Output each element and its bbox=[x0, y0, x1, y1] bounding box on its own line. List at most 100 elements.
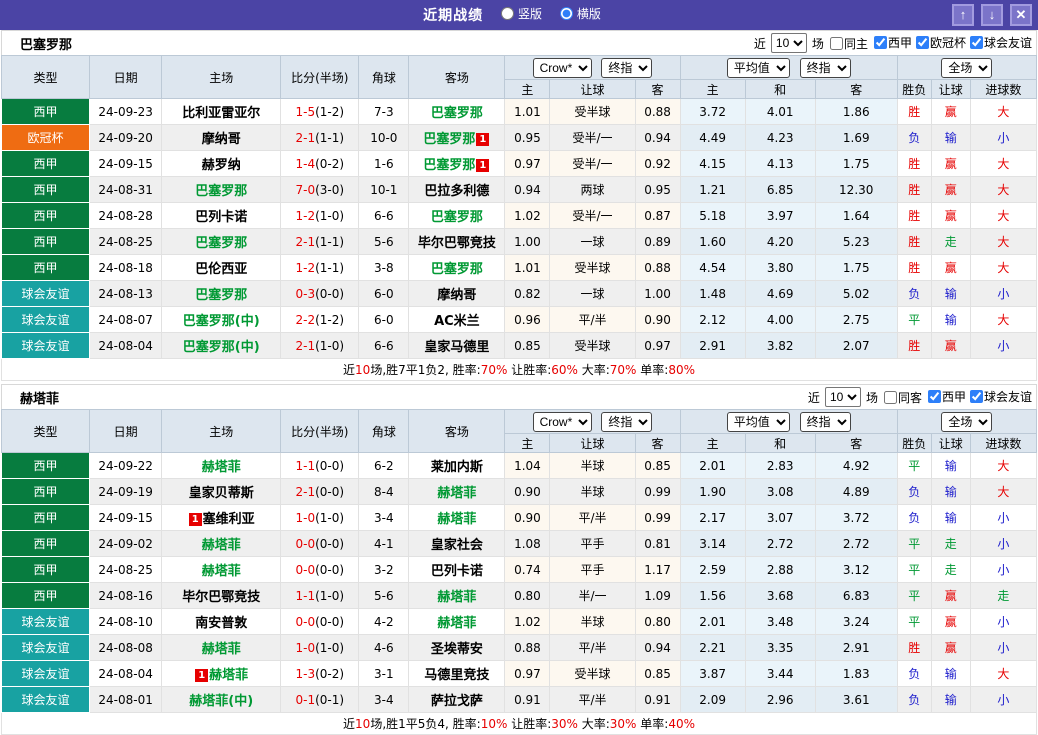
odds-stage-select[interactable]: 终指 bbox=[601, 411, 653, 432]
filter-bar: 近 10 场 同主 西甲 欧冠杯 球会友谊 bbox=[754, 33, 1032, 53]
match-count-select[interactable]: 10 bbox=[824, 387, 861, 407]
horizontal-layout-radio[interactable] bbox=[559, 7, 573, 20]
league-type-badge: 西甲 bbox=[0, 228, 91, 255]
odds-stage-select-2[interactable]: 终指 bbox=[799, 57, 851, 78]
outcome-value: 负 bbox=[896, 478, 932, 505]
corner-count: 3-4 bbox=[358, 686, 410, 713]
vertical-layout-radio[interactable] bbox=[500, 7, 514, 20]
league-type-badge: 西甲 bbox=[0, 150, 91, 177]
outcome-value: 胜 bbox=[896, 98, 932, 125]
odds-stage-select-2[interactable]: 终指 bbox=[799, 411, 851, 432]
layout-vertical-option[interactable]: 竖版 bbox=[500, 5, 542, 22]
average-odds-value: 3.35 bbox=[744, 634, 816, 661]
outcome-value: 走 bbox=[969, 582, 1038, 609]
outcome-value: 大 bbox=[969, 98, 1038, 125]
col-header-away: 客场 bbox=[408, 55, 506, 99]
sub-header-home-odds: 主 bbox=[504, 79, 551, 99]
handicap-odds-value: 1.08 bbox=[504, 530, 551, 557]
sub-header-handicap: 让球 bbox=[549, 79, 636, 99]
bookmaker-select[interactable]: Crow* bbox=[532, 57, 592, 78]
same-venue-checkbox[interactable] bbox=[829, 36, 843, 50]
league-type-badge: 西甲 bbox=[0, 202, 91, 229]
close-button[interactable]: ✕ bbox=[1010, 4, 1032, 26]
average-odds-value: 6.83 bbox=[814, 582, 898, 609]
col-header-date: 日期 bbox=[89, 55, 163, 99]
outcome-value: 输 bbox=[930, 280, 971, 307]
average-odds-value: 1.60 bbox=[679, 228, 746, 255]
corner-count: 4-1 bbox=[358, 530, 410, 557]
bookmaker-select[interactable]: Crow* bbox=[532, 411, 592, 432]
handicap-odds-value: 1.00 bbox=[634, 280, 681, 307]
same-venue-filter[interactable]: 同主 bbox=[826, 35, 868, 52]
league-checkbox[interactable] bbox=[873, 36, 887, 49]
outcome-value: 胜 bbox=[896, 150, 932, 177]
outcome-value: 赢 bbox=[930, 98, 971, 125]
layout-horizontal-option[interactable]: 横版 bbox=[559, 5, 601, 22]
league-type-badge: 球会友谊 bbox=[0, 306, 91, 333]
corner-count: 1-6 bbox=[358, 150, 410, 177]
match-row: 西甲 24-08-16 毕尔巴鄂竞技 1-1(1-0) 5-6 赫塔菲 0.80 半/一 1.0… bbox=[0, 582, 1038, 609]
corner-count: 6-6 bbox=[358, 332, 410, 359]
league-filter[interactable]: 西甲 bbox=[870, 34, 912, 51]
home-team: 巴塞罗那 bbox=[161, 176, 282, 203]
match-row: 西甲 24-09-15 1 塞维利亚 1-0(1-0) 3-4 赫塔菲 0.90 平/半 0.99… bbox=[0, 504, 1038, 531]
handicap-odds-value: 0.74 bbox=[504, 556, 551, 583]
same-venue-checkbox[interactable] bbox=[883, 390, 897, 404]
away-team: 巴塞罗那 bbox=[408, 98, 506, 125]
fulltime-select[interactable]: 全场 bbox=[941, 57, 993, 78]
handicap-odds-value: 0.81 bbox=[634, 530, 681, 557]
league-checkbox[interactable] bbox=[969, 36, 983, 49]
red-card-badge: 1 bbox=[188, 513, 202, 526]
home-team: 1 塞维利亚 bbox=[161, 504, 282, 531]
away-team: 马德里竞技 bbox=[408, 660, 506, 687]
handicap-odds-value: 0.95 bbox=[504, 124, 551, 151]
league-checkbox[interactable] bbox=[969, 390, 983, 403]
fulltime-select[interactable]: 全场 bbox=[941, 411, 993, 432]
move-down-button[interactable]: ↓ bbox=[981, 4, 1003, 26]
away-team: 毕尔巴鄂竞技 bbox=[408, 228, 506, 255]
handicap-odds-value: 0.95 bbox=[634, 176, 681, 203]
league-filter[interactable]: 球会友谊 bbox=[966, 34, 1032, 51]
outcome-value: 输 bbox=[930, 478, 971, 505]
league-type-badge: 球会友谊 bbox=[0, 280, 91, 307]
sub-header-away-odds: 客 bbox=[634, 433, 681, 453]
score-cell: 0-0(0-0) bbox=[280, 530, 360, 557]
average-odds-value: 1.83 bbox=[814, 660, 898, 687]
league-type-badge: 西甲 bbox=[0, 254, 91, 281]
average-odds-value: 2.83 bbox=[744, 452, 816, 479]
average-odds-value: 2.91 bbox=[814, 634, 898, 661]
handicap-odds-value: 平/半 bbox=[549, 634, 636, 661]
average-odds-value: 3.48 bbox=[744, 608, 816, 635]
average-select[interactable]: 平均值 bbox=[726, 57, 790, 78]
handicap-odds-value: 0.85 bbox=[504, 332, 551, 359]
league-filter[interactable]: 西甲 bbox=[924, 388, 966, 405]
outcome-value: 小 bbox=[969, 556, 1038, 583]
move-up-button[interactable]: ↑ bbox=[952, 4, 974, 26]
league-checkbox[interactable] bbox=[927, 390, 941, 403]
average-odds-value: 4.01 bbox=[744, 98, 816, 125]
average-odds-value: 1.64 bbox=[814, 202, 898, 229]
average-select[interactable]: 平均值 bbox=[726, 411, 790, 432]
handicap-odds-group: Crow* 终指 bbox=[504, 409, 681, 434]
league-checkbox[interactable] bbox=[915, 36, 929, 49]
corner-count: 3-2 bbox=[358, 556, 410, 583]
handicap-odds-value: 受半球 bbox=[549, 660, 636, 687]
average-odds-value: 6.85 bbox=[744, 176, 816, 203]
summary-row: 近10场,胜1平5负4, 胜率:10% 让胜率:30% 大率:30% 单率:40… bbox=[1, 712, 1037, 735]
same-venue-filter[interactable]: 同客 bbox=[880, 389, 922, 406]
handicap-odds-value: 一球 bbox=[549, 280, 636, 307]
average-odds-value: 2.75 bbox=[814, 306, 898, 333]
corner-count: 3-1 bbox=[358, 660, 410, 687]
filter-near-label: 近 bbox=[753, 36, 766, 51]
match-date: 24-08-04 bbox=[89, 332, 163, 359]
average-odds-value: 3.08 bbox=[744, 478, 816, 505]
match-count-select[interactable]: 10 bbox=[770, 33, 807, 53]
average-odds-value: 4.20 bbox=[744, 228, 816, 255]
score-cell: 1-3(0-2) bbox=[280, 660, 360, 687]
sub-header-handicap: 让球 bbox=[549, 433, 636, 453]
odds-stage-select[interactable]: 终指 bbox=[601, 57, 653, 78]
team-name: 赫塔菲 bbox=[20, 391, 60, 407]
corner-count: 5-6 bbox=[358, 228, 410, 255]
league-filter[interactable]: 球会友谊 bbox=[966, 388, 1032, 405]
league-filter[interactable]: 欧冠杯 bbox=[912, 34, 966, 51]
